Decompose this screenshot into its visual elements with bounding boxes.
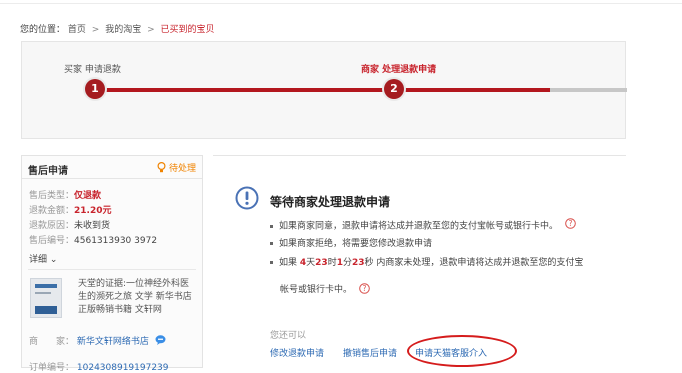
bullet-dot <box>270 261 273 264</box>
modify-refund-link[interactable]: 修改退款申请 <box>270 346 324 359</box>
field-value: 仅退款 <box>74 191 102 201</box>
bullet-prefix: 如果 <box>279 258 298 268</box>
product-thumbnail[interactable] <box>30 278 62 318</box>
seller-link[interactable]: 新华文轩网络书店 <box>77 337 149 347</box>
cancel-after-sale-link[interactable]: 撤销售后申请 <box>343 346 397 359</box>
step-1-marker: 1 <box>85 79 105 99</box>
bullet-suffix: 内商家未处理，退款申请将达成并退款至您的支付宝 <box>376 258 584 268</box>
field-value: 4561313930 3972 <box>74 236 158 246</box>
main-divider <box>213 155 626 156</box>
field-key: 退款原因： <box>29 221 75 231</box>
alert-circle-icon <box>235 186 259 213</box>
unit-day: 天 <box>306 258 316 268</box>
bullet-dot <box>270 224 273 228</box>
progress-track-remaining <box>550 88 627 92</box>
status-badge: 待处理 <box>157 161 196 176</box>
chevron-down-icon: ⌄ <box>49 255 58 265</box>
breadcrumb: 您的位置： 首页 > 我的淘宝 > 已买到的宝贝 <box>20 22 215 35</box>
countdown-hours: 23 <box>315 258 328 268</box>
product-title[interactable]: 天堂的证据:一位神经外科医生的濒死之旅 文学 新华书店正版畅销书籍 文轩网 <box>78 278 198 317</box>
bullet-dot <box>270 242 273 245</box>
breadcrumb-home[interactable]: 首页 <box>68 25 86 35</box>
step-1-label: 买家 申请退款 <box>64 65 121 75</box>
bullet-text: 帐号或银行卡中。 <box>280 285 353 295</box>
info-bullet-3: 如果 4天23时1分23秒 内商家未处理，退款申请将达成并退款至您的支付宝 <box>270 256 583 270</box>
unit-minute: 分 <box>342 258 352 268</box>
status-heading: 等待商家处理退款申请 <box>270 195 391 209</box>
refund-progress: 买家 申请退款 商家 处理退款申请 1 2 <box>21 41 627 139</box>
info-bullet-3-continuation: 帐号或银行卡中。 ? <box>280 282 370 297</box>
breadcrumb-separator: > <box>147 25 155 35</box>
breadcrumb-current: 已买到的宝贝 <box>160 25 215 35</box>
status-text: 待处理 <box>168 164 196 174</box>
field-value: 21.20元 <box>74 206 112 216</box>
order-number-link[interactable]: 1024308919197239 <box>77 363 169 373</box>
svg-text:?: ? <box>362 284 366 293</box>
step-2-label: 商家 处理退款申请 <box>361 65 437 75</box>
order-row: 订单编号： 1024308919197239 <box>29 360 169 373</box>
field-key: 售后类型： <box>29 191 75 201</box>
field-refund-type: 售后类型：仅退款 <box>29 188 101 201</box>
seller-key: 商 家： <box>29 337 75 347</box>
order-key: 订单编号： <box>29 363 75 373</box>
seller-row: 商 家： 新华文轩网络书店 <box>29 334 166 348</box>
progress-track-completed <box>94 88 550 92</box>
breadcrumb-separator: > <box>91 25 100 35</box>
unit-second: 秒 <box>364 258 374 268</box>
sidebar-divider <box>28 269 196 270</box>
top-divider <box>0 3 682 4</box>
step-2-marker: 2 <box>384 79 404 99</box>
detail-label: 详细 <box>29 255 48 265</box>
field-key: 退款金额： <box>29 206 75 216</box>
breadcrumb-my-taobao[interactable]: 我的淘宝 <box>105 25 141 35</box>
field-key: 售后编号： <box>29 236 75 246</box>
chat-icon[interactable] <box>155 335 166 348</box>
field-refund-amount: 退款金额：21.20元 <box>29 203 111 216</box>
can-do-label: 您还可以 <box>270 331 307 341</box>
help-icon[interactable]: ? <box>359 282 370 297</box>
breadcrumb-prefix: 您的位置： <box>20 25 66 35</box>
help-icon[interactable]: ? <box>565 218 576 234</box>
field-after-sale-number: 售后编号：4561313930 3972 <box>29 233 157 246</box>
info-bullet-2: 如果商家拒绝，将需要您修改退款申请 <box>270 237 432 251</box>
bullet-text: 如果商家拒绝，将需要您修改退款申请 <box>279 239 433 249</box>
lightbulb-icon <box>157 161 166 176</box>
unit-hour: 时 <box>327 258 337 268</box>
field-value: 未收到货 <box>74 221 111 231</box>
after-sale-sidebar: 售后申请 待处理 售后类型：仅退款 退款金额：21.20元 退款原因：未收到货 … <box>21 155 203 373</box>
countdown-seconds: 23 <box>352 258 365 268</box>
info-bullet-1: 如果商家同意，退款申请将达成并退款至您的支付宝帐号或银行卡中。 ? <box>270 218 576 234</box>
field-refund-reason: 退款原因：未收到货 <box>29 218 110 231</box>
sidebar-header: 售后申请 待处理 <box>22 156 202 179</box>
detail-toggle[interactable]: 详细 ⌄ <box>29 252 57 265</box>
bullet-text: 如果商家同意，退款申请将达成并退款至您的支付宝帐号或银行卡中。 <box>279 221 559 232</box>
svg-text:?: ? <box>568 219 572 228</box>
sidebar-title: 售后申请 <box>28 166 68 177</box>
highlight-ellipse <box>407 335 517 367</box>
